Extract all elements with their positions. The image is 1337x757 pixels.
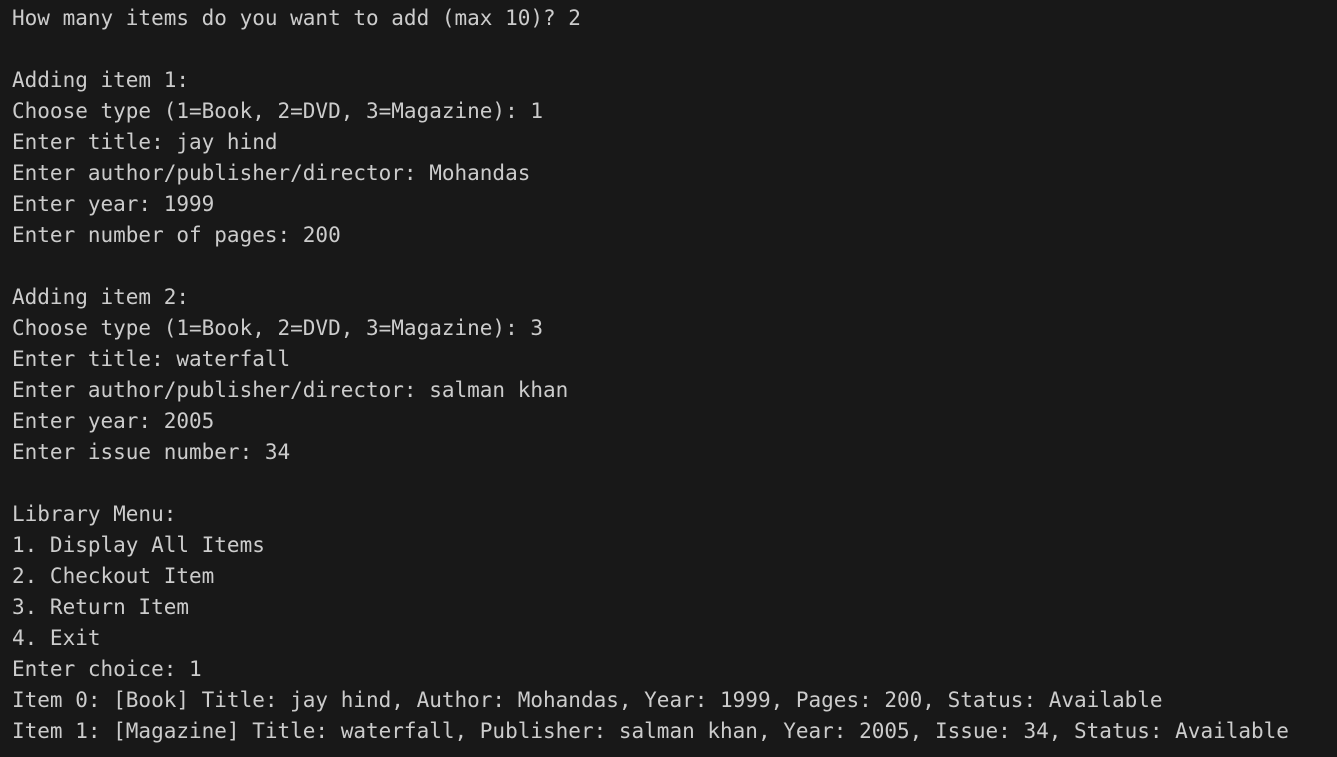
adding-item-1-header: Adding item 1:: [12, 68, 190, 92]
item-2-author-prompt: Enter author/publisher/director: salman …: [12, 378, 569, 402]
item-2-year-prompt: Enter year: 2005: [12, 409, 215, 433]
prompt-item-count: How many items do you want to add (max 1…: [12, 6, 581, 30]
menu-option-return: 3. Return Item: [12, 595, 190, 619]
library-menu-title: Library Menu:: [12, 502, 177, 526]
item-1-author-prompt: Enter author/publisher/director: Mohanda…: [12, 161, 531, 185]
item-2-type-prompt: Choose type (1=Book, 2=DVD, 3=Magazine):…: [12, 316, 544, 340]
item-1-type-prompt: Choose type (1=Book, 2=DVD, 3=Magazine):…: [12, 99, 544, 123]
item-listing-0: Item 0: [Book] Title: jay hind, Author: …: [12, 688, 1163, 712]
item-2-title-prompt: Enter title: waterfall: [12, 347, 291, 371]
menu-option-checkout: 2. Checkout Item: [12, 564, 215, 588]
item-1-year-prompt: Enter year: 1999: [12, 192, 215, 216]
item-1-pages-prompt: Enter number of pages: 200: [12, 223, 341, 247]
adding-item-2-header: Adding item 2:: [12, 285, 190, 309]
terminal-output[interactable]: How many items do you want to add (max 1…: [0, 0, 1337, 757]
item-2-issue-prompt: Enter issue number: 34: [12, 440, 291, 464]
menu-option-exit: 4. Exit: [12, 626, 101, 650]
item-listing-1: Item 1: [Magazine] Title: waterfall, Pub…: [12, 719, 1289, 743]
choice-prompt: Enter choice: 1: [12, 657, 202, 681]
menu-option-display: 1. Display All Items: [12, 533, 265, 557]
item-1-title-prompt: Enter title: jay hind: [12, 130, 278, 154]
